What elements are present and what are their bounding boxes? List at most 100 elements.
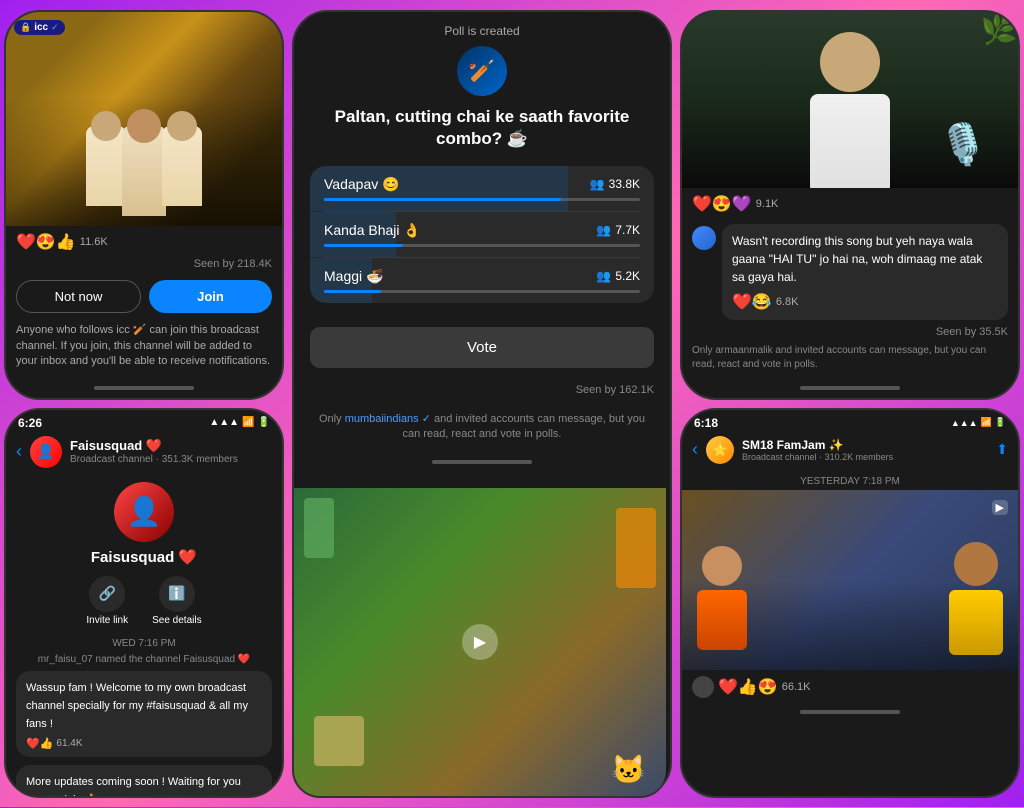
faisusquad-person-icon: 👤 <box>127 495 162 528</box>
poll-seen: Seen by 162.1K <box>294 384 670 404</box>
reaction-emojis: ❤️😍👍 <box>16 232 76 252</box>
sm18-battery-icon: 🔋 <box>995 417 1006 428</box>
reaction-count: 11.6K <box>80 236 108 248</box>
poll-option-3-count: 5.2K <box>615 269 640 283</box>
mi-icon: 🏏 <box>468 58 495 84</box>
arman-msg-emojis: ❤️😂 <box>732 292 772 312</box>
poll-option-2-avatars: 👥 <box>596 223 611 237</box>
sm18-reaction-count: 66.1K <box>782 681 811 693</box>
sm18-wifi-icon: 📶 <box>981 417 992 428</box>
icc-label: icc <box>34 22 48 33</box>
home-indicator <box>94 386 194 390</box>
phone-faisusquad: 6:26 ▲▲▲ 📶 🔋 ‹ 👤 Faisusquad ❤️ Broadcast… <box>4 408 284 798</box>
see-details-action[interactable]: ℹ️ See details <box>152 576 201 626</box>
faisusquad-channel-name: Faisusquad ❤️ <box>70 438 272 454</box>
poll-option-3-label: Maggi 🍜 <box>324 268 383 285</box>
arman-msg-count: 6.8K <box>776 296 799 308</box>
not-now-button[interactable]: Not now <box>16 280 141 313</box>
mic-icon: 🎙️ <box>938 121 988 168</box>
arman-message-text: Wasn't recording this song but yeh naya … <box>732 234 982 284</box>
invite-link-action[interactable]: 🔗 Invite link <box>86 576 128 626</box>
channel-mention: mumbaiindians ✓ <box>345 413 431 425</box>
home-indicator-3 <box>800 386 900 390</box>
poll-option-3-avatars: 👥 <box>596 269 611 283</box>
faisusquad-channel-header: ‹ 👤 Faisusquad ❤️ Broadcast channel · 35… <box>6 432 282 474</box>
join-buttons: Not now Join <box>6 274 282 319</box>
poll-question: Paltan, cutting chai ke saath favorite c… <box>294 106 670 166</box>
chat-bubble-2: More updates coming soon ! Waiting for y… <box>16 765 272 798</box>
sm18-reactions: ❤️👍😍 66.1K <box>682 670 1018 704</box>
vote-button[interactable]: Vote <box>310 327 654 368</box>
video-play-button[interactable]: ▶ <box>462 624 498 660</box>
poll-option-2-label: Kanda Bhaji 👌 <box>324 222 421 239</box>
invite-link-label: Invite link <box>86 615 128 626</box>
poll-option-1-count: 33.8K <box>609 177 640 191</box>
sm18-share-icon[interactable]: ⬆ <box>996 441 1008 458</box>
join-button[interactable]: Join <box>149 280 272 313</box>
poll-created-label: Poll is created <box>294 12 670 46</box>
sm18-play-button[interactable]: ▶ <box>992 500 1008 515</box>
sm18-reaction-emojis: ❤️👍😍 <box>718 677 778 697</box>
home-indicator-6 <box>800 710 900 714</box>
icc-image: 🔒 icc ✓ <box>6 12 282 227</box>
arman-seen: Seen by 35.5K <box>682 324 1018 340</box>
arman-reaction-emojis: ❤️😍💜 <box>692 194 752 214</box>
sm18-channel-header: ‹ ⭐ SM18 FamJam ✨ Broadcast channel · 31… <box>682 432 1018 470</box>
verified-icon: ✓ <box>51 22 59 33</box>
back-button[interactable]: ‹ <box>16 441 22 462</box>
faisusquad-avatar: 👤 <box>30 436 62 468</box>
sm18-info: SM18 FamJam ✨ Broadcast channel · 310.2K… <box>742 438 988 462</box>
react-count-1: 61.4K <box>56 738 82 749</box>
faisusquad-status-bar: 6:26 ▲▲▲ 📶 🔋 <box>6 410 282 432</box>
sm18-name: SM18 FamJam ✨ <box>742 438 988 452</box>
chat-text-2: More updates coming soon ! Waiting for y… <box>26 776 241 798</box>
battery-icon: 🔋 <box>258 417 270 428</box>
poll-card: Vadapav 😊 👥 33.8K Kanda Bhaji 👌 👥 7.7K <box>310 166 654 303</box>
chat-text-1: Wassup fam ! Welcome to my own broadcast… <box>26 682 248 731</box>
sm18-back[interactable]: ‹ <box>692 439 698 460</box>
arman-reaction-count: 9.1K <box>756 198 779 210</box>
invite-link-icon: 🔗 <box>89 576 125 612</box>
channel-info: Faisusquad ❤️ Broadcast channel · 351.3K… <box>70 438 272 465</box>
sm18-photo: ▶ <box>682 490 1018 670</box>
arman-reactions: ❤️😍💜 9.1K <box>682 188 1018 220</box>
named-channel-msg: mr_faisu_07 named the channel Faisusquad… <box>6 652 282 667</box>
home-indicator-2 <box>432 460 532 464</box>
faisusquad-profile: 👤 Faisusquad ❤️ <box>6 474 282 570</box>
poll-footer: Only mumbaiindians ✓ and invited account… <box>294 404 670 455</box>
seen-count: Seen by 218.4K <box>6 258 282 274</box>
status-icons: ▲▲▲ 📶 🔋 <box>209 417 270 428</box>
faisusquad-time: 6:26 <box>18 416 42 430</box>
channel-description: Anyone who follows icc 🏏 can join this b… <box>6 319 282 379</box>
see-details-label: See details <box>152 615 201 626</box>
faisusquad-avatar-icon: 👤 <box>37 443 54 460</box>
sm18-date: YESTERDAY 7:18 PM <box>682 470 1018 490</box>
phone-icc: 🔒 icc ✓ ❤️😍👍 11.6K Seen by 2 <box>4 10 284 400</box>
poll-option-3[interactable]: Maggi 🍜 👥 5.2K <box>310 258 654 303</box>
arman-video: 🎙️ 🌿 <box>682 12 1018 188</box>
poll-option-2-count: 7.7K <box>615 223 640 237</box>
wifi-icon: 📶 <box>242 417 254 428</box>
react-emoji-1: ❤️👍 <box>26 737 53 750</box>
poll-option-1[interactable]: Vadapav 😊 👥 33.8K <box>310 166 654 211</box>
chat-bubble-1: Wassup fam ! Welcome to my own broadcast… <box>16 671 272 757</box>
arman-message: Wasn't recording this song but yeh naya … <box>722 224 1008 320</box>
sm18-signal-icon: ▲▲▲ <box>951 418 978 428</box>
faisusquad-large-avatar: 👤 <box>114 482 174 542</box>
poll-option-1-avatars: 👥 <box>590 177 605 191</box>
sm18-time: 6:18 <box>694 416 718 430</box>
faisusquad-actions: 🔗 Invite link ℹ️ See details <box>6 570 282 632</box>
poll-option-2[interactable]: Kanda Bhaji 👌 👥 7.7K <box>310 212 654 257</box>
mi-avatar: 🏏 <box>457 46 507 96</box>
phone-arman-malik: 🎙️ 🌿 ❤️😍💜 9.1K Wasn't recording this son… <box>680 10 1020 400</box>
faisusquad-members: Broadcast channel · 351.3K members <box>70 454 272 465</box>
sm18-status-icons: ▲▲▲ 📶 🔋 <box>951 417 1006 428</box>
arman-footer: Only armaanmalik and invited accounts ca… <box>682 340 1018 380</box>
faisusquad-name: Faisusquad ❤️ <box>91 548 197 566</box>
sm18-members: Broadcast channel · 310.2K members <box>742 452 988 462</box>
see-details-icon: ℹ️ <box>159 576 195 612</box>
chat-reactions-1: ❤️👍 61.4K <box>26 737 262 750</box>
icc-reactions: ❤️😍👍 11.6K <box>6 226 282 258</box>
sm18-status-bar: 6:18 ▲▲▲ 📶 🔋 <box>682 410 1018 432</box>
arman-message-reactions: ❤️😂 6.8K <box>732 292 998 312</box>
